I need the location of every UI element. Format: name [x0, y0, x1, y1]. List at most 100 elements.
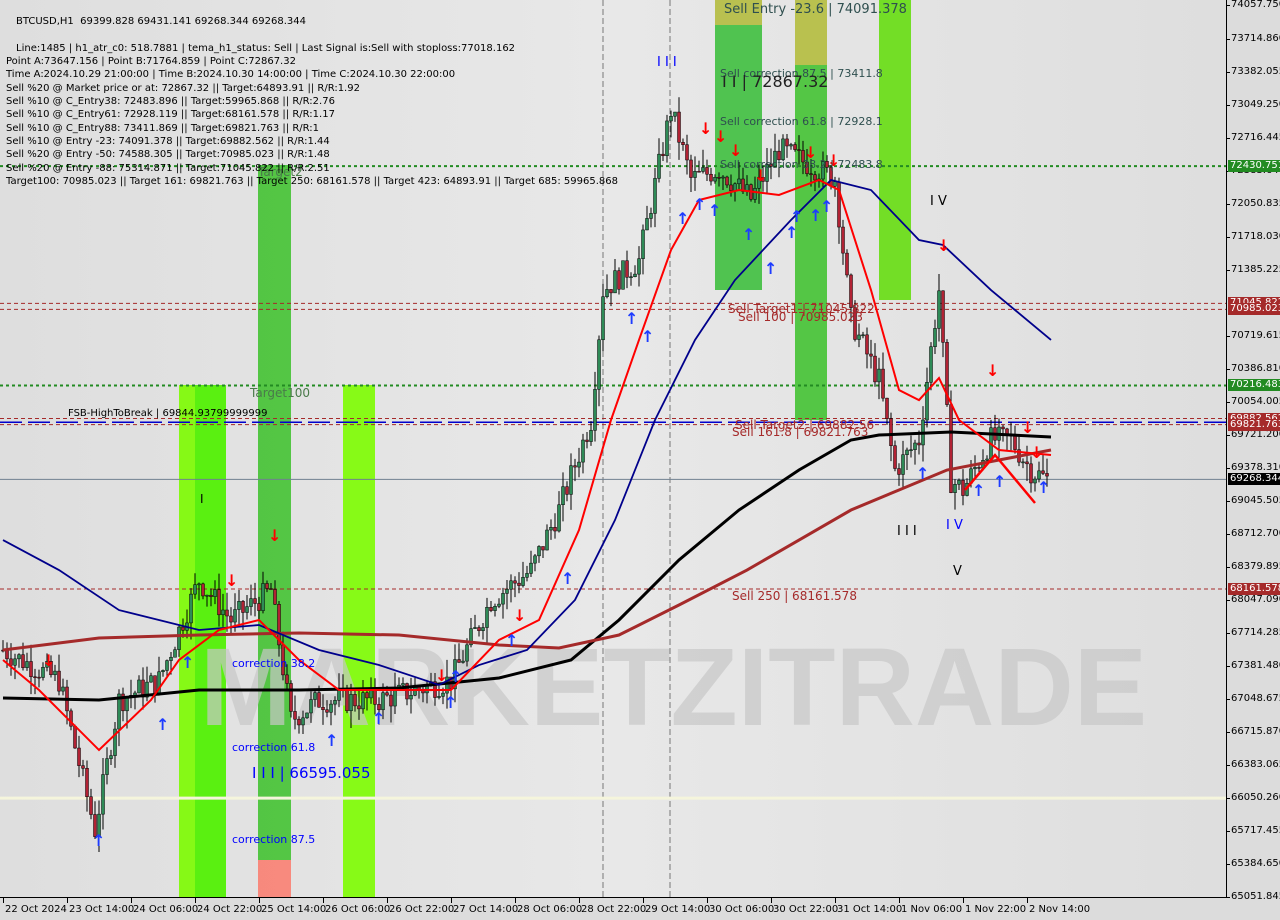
candle-bull	[25, 661, 29, 668]
candle-bull	[481, 627, 485, 631]
candle-bull	[857, 334, 861, 340]
candle-bear	[841, 226, 845, 254]
y-tick-label: 68047.090	[1231, 594, 1280, 606]
candle-bull	[833, 181, 837, 187]
candle-bull	[497, 603, 501, 607]
candle-bear	[265, 583, 269, 589]
candle-bull	[657, 153, 661, 179]
candle-bear	[681, 142, 685, 145]
candle-bull	[937, 290, 941, 329]
candle-bull	[665, 120, 669, 157]
buy-arrow-icon: ↑	[708, 201, 721, 220]
candle-bull	[505, 588, 509, 594]
y-tick-label: 69045.505	[1231, 495, 1280, 507]
candle-bear	[553, 527, 557, 532]
candle-bull	[569, 465, 573, 495]
candle-bear	[609, 289, 613, 294]
y-tick	[1226, 104, 1230, 106]
candle-bull	[189, 593, 193, 624]
candle-bear	[37, 676, 41, 679]
candle-bull	[413, 687, 417, 696]
y-tick	[1226, 368, 1230, 370]
candle-bear	[941, 290, 945, 343]
x-tick-label: 27 Oct 14:00	[453, 904, 519, 915]
x-tick	[899, 898, 900, 903]
candle-bear	[389, 694, 393, 707]
y-tick-label: 65051.845	[1231, 891, 1280, 903]
candle-bear	[285, 674, 289, 684]
x-tick-label: 28 Oct 22:00	[581, 904, 647, 915]
candle-bull	[613, 270, 617, 294]
buy-arrow-icon: ↑	[449, 667, 462, 686]
x-tick-label: 24 Oct 06:00	[133, 904, 199, 915]
x-tick-label: 26 Oct 06:00	[325, 904, 391, 915]
buy-arrow-icon: ↑	[181, 653, 194, 672]
candle-bull	[649, 213, 653, 219]
candle-bear	[809, 173, 813, 175]
candle-bull	[537, 546, 541, 557]
candle-bear	[893, 445, 897, 469]
y-tick	[1226, 633, 1230, 635]
candle-bear	[845, 252, 849, 276]
candle-bear	[813, 174, 817, 181]
x-tick-label: 24 Oct 22:00	[197, 904, 263, 915]
candle-bull	[669, 115, 673, 122]
candle-bear	[293, 711, 297, 720]
candle-bull	[161, 670, 165, 673]
candle-bull	[581, 439, 585, 463]
fib-zone	[258, 860, 291, 898]
candle-bear	[153, 675, 157, 694]
y-tick	[1226, 203, 1230, 205]
info-line: Sell %10 @ Entry -23: 74091.378 || Targe…	[6, 135, 330, 147]
candle-bear	[289, 683, 293, 712]
candle-bear	[697, 170, 701, 173]
y-tick	[1226, 798, 1230, 800]
candle-bull	[593, 389, 597, 431]
candle-bear	[617, 270, 621, 290]
candle-bull	[313, 692, 317, 700]
candle-bull	[437, 696, 441, 698]
buy-arrow-icon: ↑	[641, 327, 654, 346]
x-tick	[515, 898, 516, 903]
candle-bear	[21, 654, 25, 668]
x-tick-label: 30 Oct 22:00	[773, 904, 839, 915]
candle-bear	[477, 627, 481, 631]
x-tick	[131, 898, 132, 903]
buy-arrow-icon: ↑	[444, 693, 457, 712]
candle-bear	[77, 747, 81, 766]
chart-annotation-target100: Target100	[250, 386, 311, 400]
y-tick-label: 67714.285	[1231, 627, 1280, 639]
sell-arrow-icon: ↓	[1021, 418, 1034, 437]
y-tick-label: 70386.810	[1231, 362, 1280, 374]
y-tick	[1226, 732, 1230, 734]
candle-bull	[561, 486, 565, 506]
x-tick	[707, 898, 708, 903]
candle-bull	[753, 188, 757, 200]
buy-arrow-icon: ↑	[1037, 478, 1050, 497]
candle-bull	[957, 479, 961, 485]
candle-bear	[729, 184, 733, 192]
chart-annotation-wave-iii-low: I I I	[897, 524, 917, 539]
candle-bear	[865, 334, 869, 355]
chart-annotation-sell-entry: Sell Entry -23.6 | 74091.378	[724, 2, 907, 17]
candle-bear	[689, 159, 693, 178]
candle-bull	[205, 594, 209, 597]
candle-bull	[1021, 461, 1025, 464]
y-tick-label: 72716.445	[1231, 131, 1280, 143]
y-tick-label: 70054.005	[1231, 395, 1280, 407]
candle-bear	[661, 153, 665, 157]
candle-bull	[309, 699, 313, 714]
x-tick	[323, 898, 324, 903]
candle-bull	[905, 449, 909, 455]
sell-arrow-icon: ↓	[513, 606, 526, 625]
y-tick	[1226, 468, 1230, 470]
y-tick	[1226, 765, 1230, 767]
candle-bear	[345, 688, 349, 712]
candle-bear	[321, 706, 325, 710]
y-tick-label: 65717.455	[1231, 825, 1280, 837]
candle-bear	[33, 676, 37, 679]
info-line: Sell %10 @ C_Entry61: 72928.119 || Targe…	[6, 109, 335, 121]
chart-annotation-corr382: correction 38.2	[232, 657, 316, 670]
candle-bear	[317, 692, 321, 708]
sell-arrow-icon: ↓	[986, 361, 999, 380]
